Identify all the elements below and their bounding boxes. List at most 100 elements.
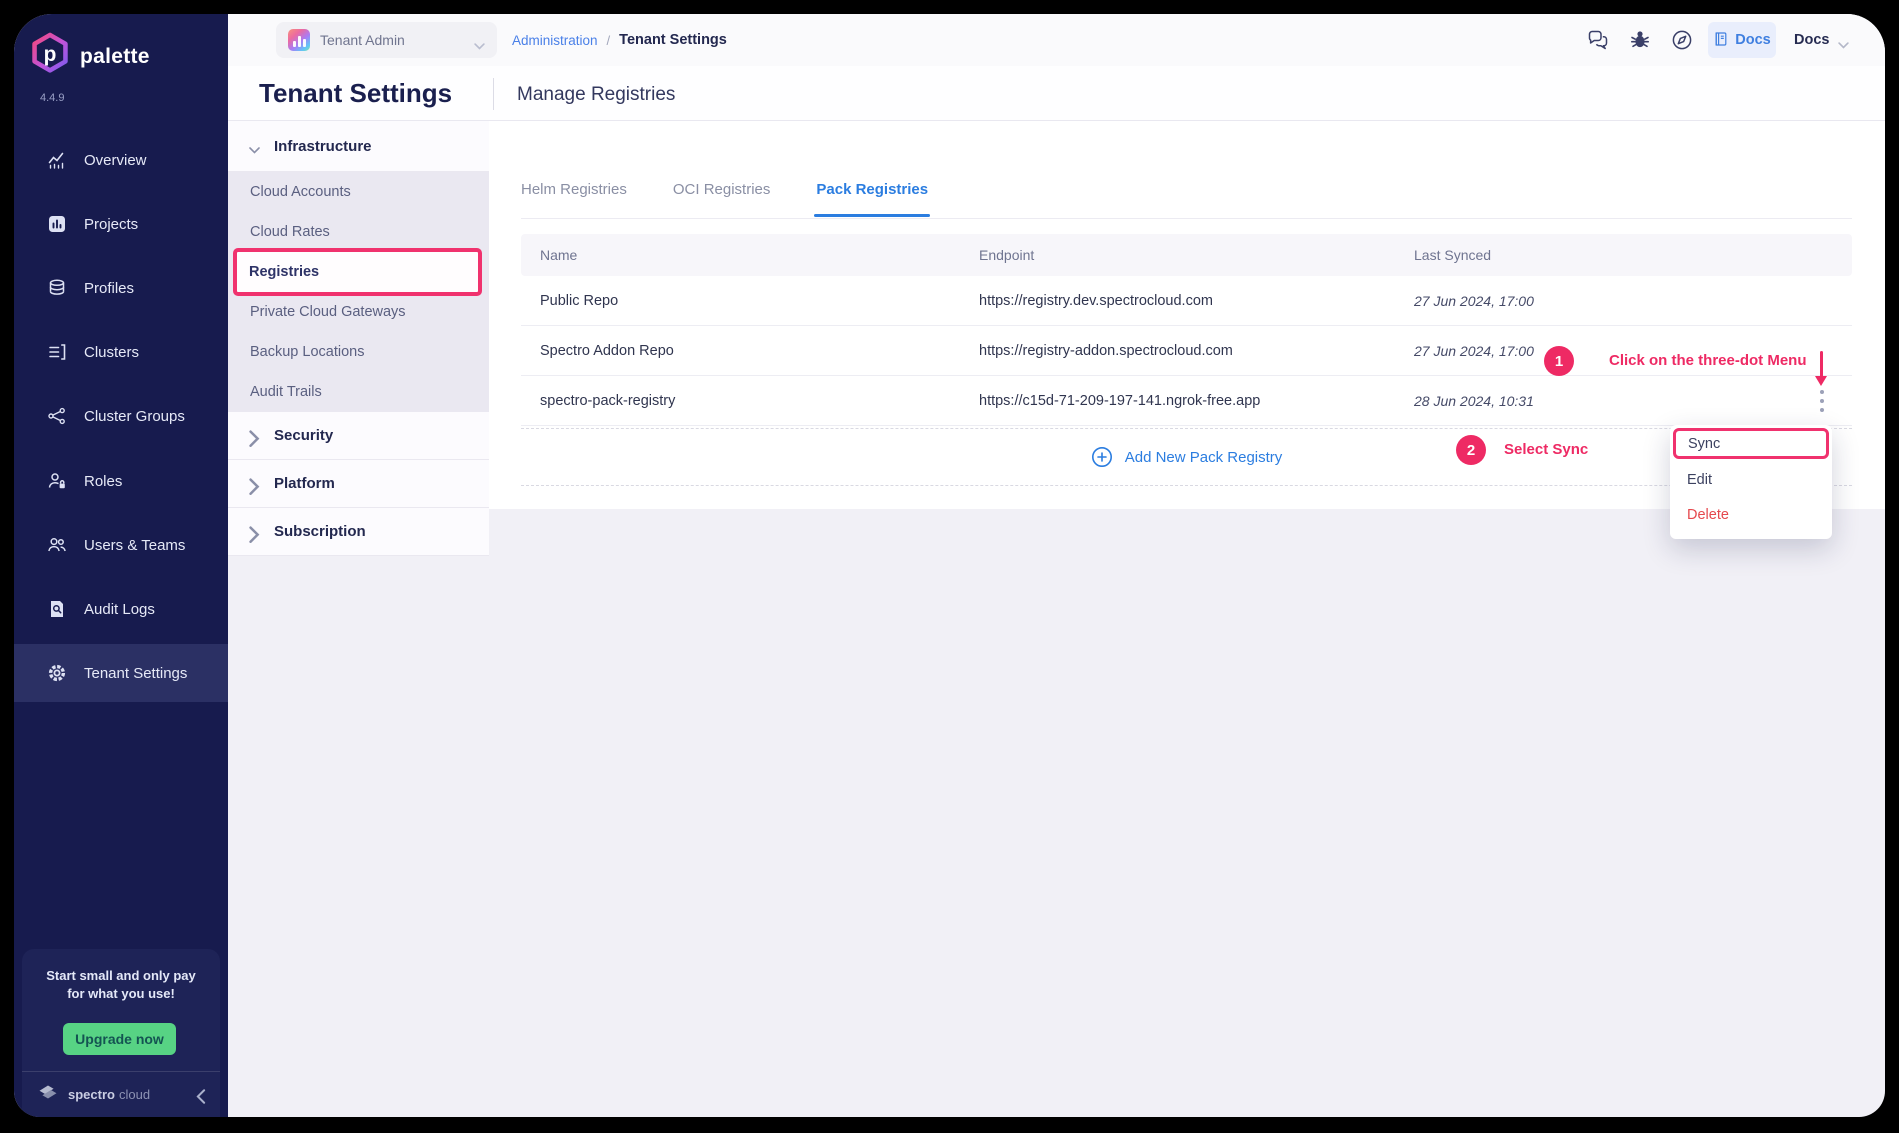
sidebar-item-label: Profiles: [84, 280, 134, 297]
sidebar-item-label: Roles: [84, 473, 122, 490]
sidebar-item-label: Audit Logs: [84, 601, 155, 618]
table-row: spectro-pack-registry https://c15d-71-20…: [521, 376, 1852, 426]
tenant-scope-selector[interactable]: Tenant Admin: [276, 22, 497, 58]
registry-endpoint: https://registry.dev.spectrocloud.com: [979, 293, 1414, 309]
footer-brand-primary: spectro: [68, 1087, 115, 1102]
sidebar-item-users-teams[interactable]: Users & Teams: [14, 516, 228, 574]
context-menu-edit[interactable]: Edit: [1670, 465, 1832, 494]
sidebar-item-label: Tenant Settings: [84, 665, 187, 682]
registries-highlight-box[interactable]: Registries: [233, 248, 482, 296]
palette-logo-icon: p: [30, 32, 70, 81]
column-last-synced: Last Synced: [1414, 247, 1852, 263]
profiles-icon: [47, 278, 67, 298]
annotation-step1-text: Click on the three-dot Menu: [1609, 352, 1807, 369]
plus-circle-icon: [1091, 446, 1113, 468]
section-platform[interactable]: Platform: [228, 460, 489, 508]
chevron-down-icon: [474, 37, 485, 44]
row-context-menu: Sync Edit Delete: [1670, 425, 1832, 539]
brand-name: palette: [80, 45, 150, 69]
add-button-label: Add New Pack Registry: [1125, 449, 1283, 466]
sidebar-item-overview[interactable]: Overview: [14, 131, 228, 189]
projects-icon: [47, 214, 67, 234]
upgrade-panel: Start small and only pay for what you us…: [22, 949, 220, 1117]
collapse-sidebar-icon[interactable]: [196, 1089, 206, 1101]
footer-brand-secondary: cloud: [119, 1087, 150, 1102]
page-subtitle: Manage Registries: [517, 84, 675, 106]
settings-item-registries[interactable]: Registries: [228, 252, 489, 292]
sidebar-item-cluster-groups[interactable]: Cluster Groups: [14, 387, 228, 445]
registry-name: spectro-pack-registry: [540, 393, 979, 409]
docs-dropdown-label: Docs: [1794, 32, 1829, 48]
topbar: Tenant Admin Administration / Tenant Set…: [228, 14, 1885, 66]
settings-item-backup-locations[interactable]: Backup Locations: [228, 332, 489, 372]
breadcrumb: Administration / Tenant Settings: [512, 14, 727, 66]
settings-item-label: Private Cloud Gateways: [250, 304, 406, 320]
registry-last-synced: 27 Jun 2024, 17:00: [1414, 293, 1852, 309]
section-label: Platform: [274, 475, 335, 492]
brand: p palette: [30, 32, 150, 81]
settings-item-private-cloud-gateways[interactable]: Private Cloud Gateways: [228, 292, 489, 332]
breadcrumb-current: Tenant Settings: [619, 32, 727, 48]
tab-oci-registries[interactable]: OCI Registries: [673, 181, 771, 198]
chevron-right-icon: [249, 478, 260, 489]
sidebar-item-audit-logs[interactable]: Audit Logs: [14, 580, 228, 638]
three-dot-menu-icon[interactable]: [1819, 390, 1825, 417]
sidebar-item-clusters[interactable]: Clusters: [14, 323, 228, 381]
compass-icon[interactable]: [1670, 28, 1694, 52]
context-menu-sync[interactable]: Sync: [1673, 428, 1829, 459]
settings-item-cloud-rates[interactable]: Cloud Rates: [228, 212, 489, 252]
chevron-right-icon: [249, 526, 260, 537]
registry-tabs: Helm Registries OCI Registries Pack Regi…: [521, 161, 1852, 219]
app-window: p palette 4.4.9 Overview Projects Profil…: [14, 14, 1885, 1117]
section-security[interactable]: Security: [228, 412, 489, 460]
section-label: Security: [274, 427, 333, 444]
chat-icon[interactable]: [1586, 28, 1610, 52]
overview-icon: [47, 150, 67, 170]
cluster-groups-icon: [47, 406, 67, 426]
svg-text:p: p: [44, 43, 57, 66]
annotation-arrow-head-icon: [1815, 376, 1827, 386]
docs-dropdown[interactable]: Docs: [1794, 14, 1849, 66]
clusters-icon: [47, 342, 67, 362]
settings-item-audit-trails[interactable]: Audit Trails: [228, 372, 489, 412]
sidebar-item-tenant-settings[interactable]: Tenant Settings: [14, 644, 228, 702]
app-version: 4.4.9: [40, 92, 64, 104]
users-teams-icon: [47, 535, 67, 555]
pack-registries-table: Name Endpoint Last Synced Public Repo ht…: [521, 234, 1852, 426]
book-icon: [1713, 31, 1729, 49]
chevron-right-icon: [249, 430, 260, 441]
registry-endpoint: https://registry-addon.spectrocloud.com: [979, 343, 1414, 359]
tenant-admin-icon: [288, 29, 310, 51]
settings-item-cloud-accounts[interactable]: Cloud Accounts: [228, 172, 489, 212]
registries-content: Helm Registries OCI Registries Pack Regi…: [489, 121, 1885, 509]
sidebar-item-projects[interactable]: Projects: [14, 195, 228, 253]
annotation-step1-badge: 1: [1544, 346, 1574, 376]
breadcrumb-administration[interactable]: Administration: [512, 33, 598, 48]
breadcrumb-separator: /: [607, 33, 611, 48]
sidebar-item-label: Projects: [84, 216, 138, 233]
column-endpoint: Endpoint: [979, 247, 1414, 263]
upgrade-now-button[interactable]: Upgrade now: [63, 1023, 176, 1055]
docs-button-label: Docs: [1735, 32, 1770, 48]
sidebar-footer: spectro cloud: [22, 1071, 220, 1117]
sidebar-item-profiles[interactable]: Profiles: [14, 259, 228, 317]
registry-endpoint: https://c15d-71-209-197-141.ngrok-free.a…: [979, 393, 1414, 409]
section-subscription[interactable]: Subscription: [228, 508, 489, 556]
settings-item-label: Cloud Rates: [250, 224, 330, 240]
section-infrastructure[interactable]: Infrastructure: [228, 121, 489, 172]
page-title: Tenant Settings: [259, 78, 452, 109]
bug-report-icon[interactable]: [1628, 28, 1652, 52]
sidebar-item-label: Overview: [84, 152, 147, 169]
sidebar-item-label: Users & Teams: [84, 537, 185, 554]
context-menu-delete[interactable]: Delete: [1670, 500, 1832, 529]
add-new-pack-registry-button[interactable]: Add New Pack Registry: [521, 428, 1852, 486]
tab-helm-registries[interactable]: Helm Registries: [521, 181, 627, 198]
primary-sidebar: p palette 4.4.9 Overview Projects Profil…: [14, 14, 228, 1117]
title-divider: [493, 78, 494, 110]
chevron-down-icon: [1838, 37, 1849, 44]
tab-pack-registries[interactable]: Pack Registries: [816, 181, 928, 198]
tenant-settings-icon: [47, 663, 67, 683]
sidebar-item-label: Cluster Groups: [84, 408, 185, 425]
docs-button[interactable]: Docs: [1708, 22, 1776, 58]
sidebar-item-roles[interactable]: Roles: [14, 452, 228, 510]
